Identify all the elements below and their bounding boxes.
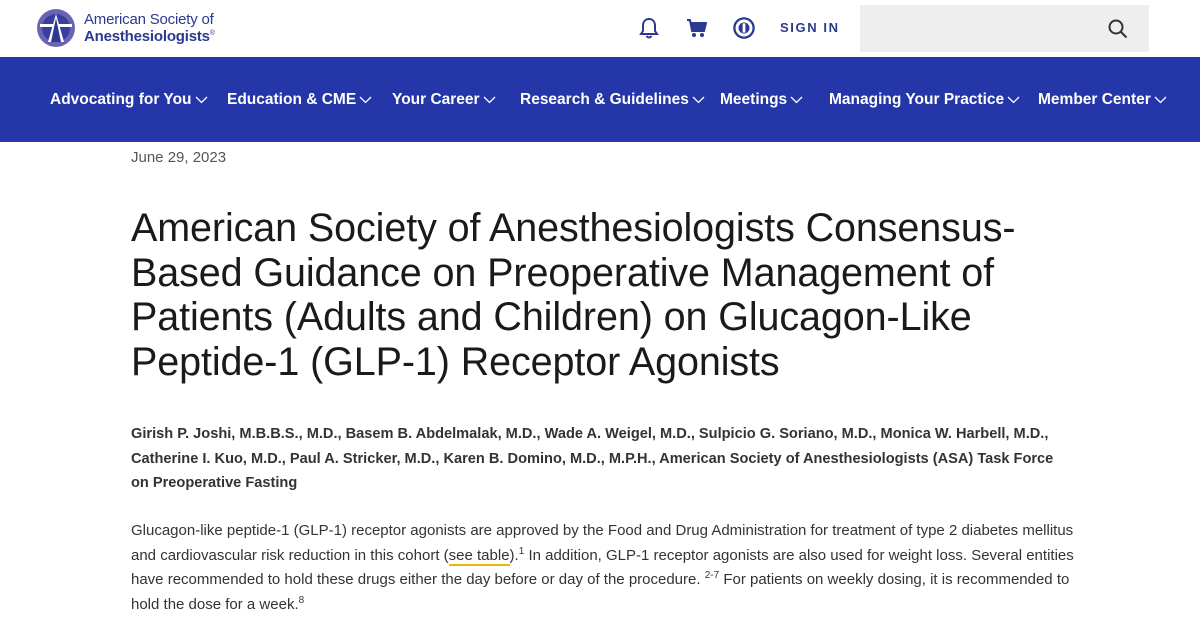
article-title: American Society of Anesthesiologists Co… — [131, 206, 1016, 384]
search-input[interactable] — [860, 5, 1149, 52]
chevron-down-icon — [483, 96, 496, 104]
logo-line-2-text: Anesthesiologists — [84, 28, 210, 45]
logo-line-1: American Society of — [84, 11, 214, 28]
article-authors: Girish P. Joshi, M.B.B.S., M.D., Basem B… — [131, 426, 1054, 491]
registered-mark: ® — [209, 30, 215, 37]
article-date: June 29, 2023 — [131, 149, 227, 166]
nav-item-meetings[interactable]: Meetings — [720, 91, 803, 109]
nav-item-advocating[interactable]: Advocating for You — [50, 91, 208, 109]
search-icon[interactable] — [1107, 18, 1129, 40]
asa-logo[interactable]: American Society of Anesthesiologists® — [36, 8, 215, 48]
paragraph-text-2: ). — [509, 546, 519, 564]
article-paragraph: Glucagon-like peptide-1 (GLP-1) receptor… — [131, 519, 1081, 617]
nav-label: Advocating for You — [50, 91, 192, 108]
nav-label: Member Center — [1038, 91, 1151, 108]
nav-label: Education & CME — [227, 91, 357, 108]
user-circle-icon[interactable] — [733, 17, 755, 39]
nav-item-career[interactable]: Your Career — [392, 91, 496, 109]
chevron-down-icon — [359, 96, 372, 104]
citation-8[interactable]: 8 — [299, 595, 305, 606]
sign-in-link[interactable]: SIGN IN — [780, 20, 840, 35]
nav-item-member-center[interactable]: Member Center — [1038, 91, 1167, 109]
logo-line-2: Anesthesiologists® — [84, 29, 215, 44]
nav-item-practice[interactable]: Managing Your Practice — [829, 91, 1020, 109]
main-nav: Advocating for You Education & CME Your … — [0, 57, 1200, 142]
chevron-down-icon — [790, 96, 803, 104]
chevron-down-icon — [1007, 96, 1020, 104]
nav-item-education[interactable]: Education & CME — [227, 91, 372, 109]
logo-mark-icon — [37, 9, 75, 47]
top-header: American Society of Anesthesiologists® S… — [0, 0, 1200, 57]
chevron-down-icon — [195, 96, 207, 104]
nav-label: Your Career — [392, 91, 480, 108]
chevron-down-icon — [1154, 96, 1167, 104]
chevron-down-icon — [692, 96, 705, 104]
nav-label: Managing Your Practice — [829, 91, 1005, 108]
bell-icon[interactable] — [638, 17, 660, 39]
cart-icon[interactable] — [686, 17, 708, 39]
nav-label: Meetings — [720, 91, 788, 108]
nav-label: Research & Guidelines — [520, 91, 689, 108]
see-table-link[interactable]: see table — [448, 546, 510, 566]
nav-item-research[interactable]: Research & Guidelines — [520, 91, 705, 109]
logo-text: American Society of Anesthesiologists® — [84, 12, 215, 44]
citation-2-7[interactable]: 2-7 — [705, 570, 719, 581]
